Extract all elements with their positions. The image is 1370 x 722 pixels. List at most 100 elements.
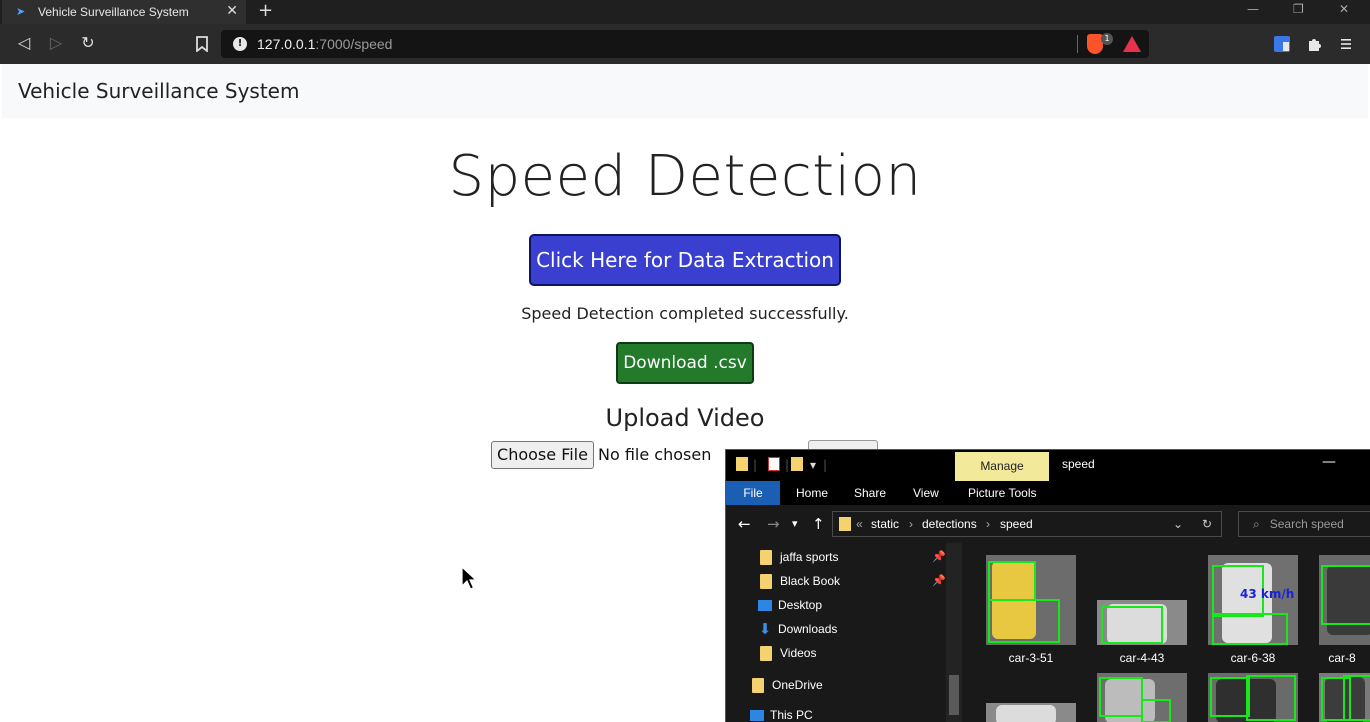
translate-extension-icon[interactable]	[1274, 36, 1290, 52]
download-csv-button[interactable]: Download .csv	[616, 342, 754, 384]
breadcrumb-detections[interactable]: detections	[922, 517, 977, 531]
ribbon-tab-file[interactable]: File	[726, 481, 780, 505]
file-thumbnail[interactable]	[1319, 555, 1370, 645]
mouse-cursor-icon	[461, 566, 477, 590]
site-favicon-icon: ➤	[16, 5, 26, 18]
ribbon-tab-view[interactable]: View	[913, 481, 939, 505]
ribbon-tab-share[interactable]: Share	[854, 481, 886, 505]
file-status-text: No file chosen	[598, 445, 712, 464]
nav-item-desktop[interactable]: Desktop	[758, 595, 822, 615]
menu-icon[interactable]	[1338, 36, 1354, 52]
nav-item-label: Videos	[780, 646, 817, 660]
download-icon: ⬇	[758, 621, 772, 638]
nav-item-this-pc[interactable]: This PC	[750, 705, 813, 722]
file-thumbnail[interactable]	[1097, 673, 1187, 722]
file-name[interactable]: car-4-43	[1092, 651, 1192, 665]
folder-icon	[760, 645, 772, 661]
explorer-address-row: ← → ▾ ↑ « static › detections › speed ⌄ …	[726, 505, 1370, 543]
extensions-puzzle-icon[interactable]	[1306, 36, 1322, 52]
address-bar[interactable]: ! 127.0.0.1:7000/speed 1	[221, 30, 1149, 58]
pin-icon[interactable]: 📌	[932, 574, 946, 587]
chevron-down-icon[interactable]: ⌄	[1173, 517, 1183, 531]
separator: |	[823, 458, 828, 472]
refresh-icon[interactable]: ↻	[1202, 517, 1212, 531]
up-folder-icon[interactable]: ↑	[812, 515, 825, 533]
nav-item-jaffa-sports[interactable]: jaffa sports	[760, 547, 838, 567]
scrollbar-thumb[interactable]	[949, 675, 959, 715]
close-window-icon[interactable]: ✕	[1339, 2, 1349, 16]
bookmark-icon[interactable]	[192, 36, 212, 52]
data-extraction-button[interactable]: Click Here for Data Extraction	[529, 234, 841, 286]
manage-tab[interactable]: Manage	[955, 452, 1049, 481]
breadcrumb-static[interactable]: static	[871, 517, 899, 531]
detection-box	[1101, 606, 1163, 644]
detection-box	[1141, 699, 1171, 722]
explorer-forward-icon[interactable]: →	[767, 515, 780, 533]
detection-box	[1212, 613, 1288, 645]
file-thumbnail[interactable]	[1319, 673, 1370, 722]
new-tab-icon[interactable]: +	[258, 0, 273, 21]
ribbon-tab-home[interactable]: Home	[796, 481, 828, 505]
restore-icon[interactable]: ❐	[1293, 2, 1304, 16]
explorer-file-grid: car-3-51 car-4-43 43 km/h car-6-38 car-8	[964, 543, 1370, 722]
page-title: Speed Detection	[448, 144, 922, 209]
file-thumbnail[interactable]: 43 km/h	[1208, 555, 1298, 645]
explorer-window-title: speed	[1062, 457, 1095, 471]
file-explorer-window: | | ▾ | Manage speed — File Home Share V…	[725, 449, 1370, 722]
nav-item-black-book[interactable]: Black Book	[760, 571, 840, 591]
file-thumbnail[interactable]	[1208, 673, 1298, 722]
properties-icon[interactable]	[768, 457, 780, 471]
search-icon: ⌕	[1253, 517, 1260, 531]
folder-icon	[839, 517, 851, 531]
file-thumbnail[interactable]	[986, 555, 1076, 645]
nav-item-label: Black Book	[780, 574, 841, 588]
nav-item-onedrive[interactable]: OneDrive	[752, 675, 823, 695]
file-name[interactable]: car-8	[1307, 651, 1370, 665]
nav-item-label: This PC	[770, 708, 813, 722]
screen: ➤ Vehicle Surveillance System ✕ + — ❐ ✕ …	[0, 0, 1370, 722]
nav-item-videos[interactable]: Videos	[760, 643, 816, 663]
upload-heading: Upload Video	[605, 404, 765, 432]
brave-rewards-icon[interactable]	[1123, 36, 1141, 52]
url-host: 127.0.0.1	[257, 36, 316, 52]
new-folder-icon[interactable]	[791, 457, 803, 471]
ribbon-tab-picture-tools[interactable]: Picture Tools	[968, 481, 1036, 505]
shields-count-badge: 1	[1101, 33, 1113, 45]
back-icon[interactable]: ◁	[14, 33, 34, 52]
file-name[interactable]: car-6-38	[1203, 651, 1303, 665]
search-placeholder: Search speed	[1269, 517, 1344, 531]
file-thumbnail[interactable]	[986, 703, 1076, 722]
car-image	[996, 705, 1056, 722]
file-thumbnail[interactable]	[1097, 600, 1187, 645]
detection-box	[988, 561, 1036, 601]
explorer-minimize-icon[interactable]: —	[1322, 454, 1336, 470]
detection-box	[1343, 675, 1370, 721]
pin-icon[interactable]: 📌	[932, 550, 946, 563]
browser-tab[interactable]: ➤ Vehicle Surveillance System ✕	[2, 0, 246, 24]
file-name[interactable]: car-3-51	[981, 651, 1081, 665]
explorer-search-box[interactable]: ⌕ Search speed	[1238, 511, 1370, 537]
explorer-title-bar: | | ▾ | Manage speed —	[726, 450, 1370, 481]
reload-icon[interactable]: ↻	[78, 33, 98, 52]
recent-locations-icon[interactable]: ▾	[792, 517, 798, 530]
breadcrumb-speed[interactable]: speed	[1000, 517, 1033, 531]
desktop-icon	[758, 599, 772, 611]
url-path: :7000/speed	[315, 36, 393, 52]
minimize-icon[interactable]: —	[1247, 2, 1259, 16]
forward-icon[interactable]: ▷	[46, 33, 66, 52]
chevron-right-icon: ›	[986, 517, 990, 531]
site-navbar: Vehicle Surveillance System	[2, 64, 1368, 118]
site-info-icon[interactable]: !	[233, 37, 247, 51]
detection-box	[1321, 565, 1370, 625]
breadcrumb-overflow-icon[interactable]: «	[856, 517, 863, 531]
close-tab-icon[interactable]: ✕	[226, 3, 238, 19]
detection-box	[988, 599, 1060, 643]
choose-file-button[interactable]: Choose File	[491, 441, 594, 469]
explorer-back-icon[interactable]: ←	[738, 515, 751, 533]
explorer-address-bar[interactable]: « static › detections › speed ⌄ ↻	[832, 511, 1222, 537]
browser-tab-bar: ➤ Vehicle Surveillance System ✕ + — ❐ ✕	[0, 0, 1370, 24]
nav-scrollbar[interactable]	[946, 543, 962, 722]
customize-toolbar-icon[interactable]: ▾	[810, 458, 816, 472]
nav-item-downloads[interactable]: ⬇ Downloads	[758, 619, 838, 639]
site-brand[interactable]: Vehicle Surveillance System	[18, 79, 299, 103]
